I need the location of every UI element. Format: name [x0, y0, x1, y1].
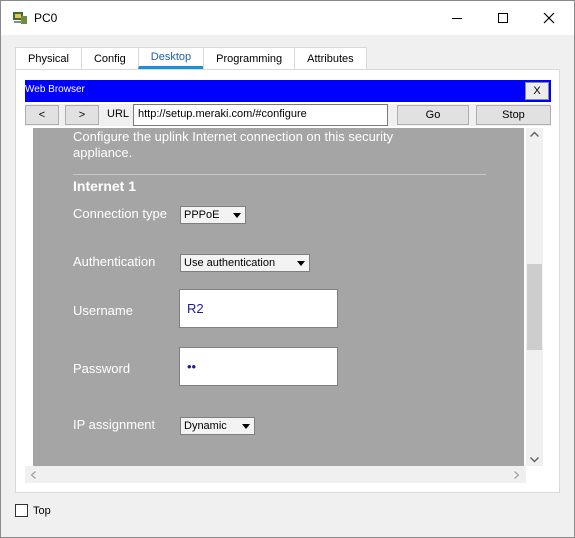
- connection-type-value: PPPoE: [184, 209, 220, 221]
- meraki-config-page: Configure the uplink Internet connection…: [33, 128, 524, 466]
- ip-assignment-label: IP assignment: [73, 417, 156, 432]
- minimize-icon: [452, 18, 462, 19]
- vertical-scrollbar[interactable]: [526, 128, 543, 466]
- title-bar[interactable]: PC0: [1, 1, 574, 35]
- scroll-right-icon[interactable]: [514, 471, 520, 479]
- url-input[interactable]: http://setup.meraki.com/#configure: [133, 104, 388, 126]
- browser-viewport: Configure the uplink Internet connection…: [25, 128, 551, 490]
- password-label: Password: [73, 361, 131, 376]
- close-icon: [543, 12, 555, 24]
- close-window-button[interactable]: [526, 1, 572, 35]
- web-browser: Web Browser X < > URL http://setup.merak…: [25, 80, 551, 490]
- tab-attributes[interactable]: Attributes: [294, 47, 367, 69]
- chevron-down-icon: [233, 213, 241, 218]
- top-label: Top: [33, 505, 51, 517]
- intro-text: Configure the uplink Internet connection…: [73, 129, 394, 160]
- top-checkbox[interactable]: [15, 504, 28, 517]
- back-button[interactable]: <: [25, 105, 59, 125]
- internet-1-heading: Internet 1: [73, 178, 137, 194]
- maximize-icon: [498, 13, 508, 23]
- chevron-down-icon: [297, 261, 305, 266]
- username-label: Username: [73, 303, 133, 318]
- tab-bar: Physical Config Desktop Programming Attr…: [15, 47, 367, 69]
- tab-config[interactable]: Config: [80, 47, 139, 69]
- stop-button[interactable]: Stop: [476, 105, 551, 125]
- tab-programming[interactable]: Programming: [203, 47, 296, 69]
- desktop-panel: Web Browser X < > URL http://setup.merak…: [15, 69, 560, 493]
- horizontal-scrollbar[interactable]: [25, 466, 526, 483]
- password-input[interactable]: ••: [179, 347, 338, 386]
- ip-assignment-select[interactable]: Dynamic: [180, 417, 255, 435]
- tab-desktop[interactable]: Desktop: [137, 47, 205, 69]
- url-label: URL: [107, 108, 130, 120]
- connection-type-label: Connection type: [73, 206, 167, 221]
- connection-type-select[interactable]: PPPoE: [180, 206, 246, 224]
- ip-assignment-value: Dynamic: [184, 420, 227, 432]
- navigation-bar: < > URL http://setup.meraki.com/#configu…: [25, 104, 551, 126]
- vertical-scroll-thumb[interactable]: [527, 264, 542, 350]
- username-input[interactable]: R2: [179, 289, 338, 328]
- maximize-button[interactable]: [480, 1, 526, 35]
- section-divider: [73, 174, 486, 175]
- minimize-button[interactable]: [434, 1, 480, 35]
- authentication-value: Use authentication: [184, 257, 276, 269]
- scroll-left-icon[interactable]: [30, 471, 36, 479]
- forward-button[interactable]: >: [65, 105, 99, 125]
- go-button[interactable]: Go: [397, 105, 469, 125]
- window-title: PC0: [34, 11, 58, 25]
- window-content: Physical Config Desktop Programming Attr…: [1, 35, 574, 537]
- pc0-window: PC0 Physical Config Desktop Programming …: [0, 0, 575, 538]
- web-browser-title: Web Browser: [25, 84, 85, 95]
- scroll-down-icon[interactable]: [530, 457, 539, 463]
- authentication-label: Authentication: [73, 254, 156, 269]
- authentication-select[interactable]: Use authentication: [180, 254, 310, 272]
- pc-icon: [13, 12, 27, 24]
- web-browser-close-button[interactable]: X: [525, 82, 549, 100]
- web-browser-title-bar: Web Browser X: [25, 80, 551, 102]
- scroll-up-icon[interactable]: [530, 131, 539, 137]
- chevron-down-icon: [242, 424, 250, 429]
- tab-physical[interactable]: Physical: [15, 47, 82, 69]
